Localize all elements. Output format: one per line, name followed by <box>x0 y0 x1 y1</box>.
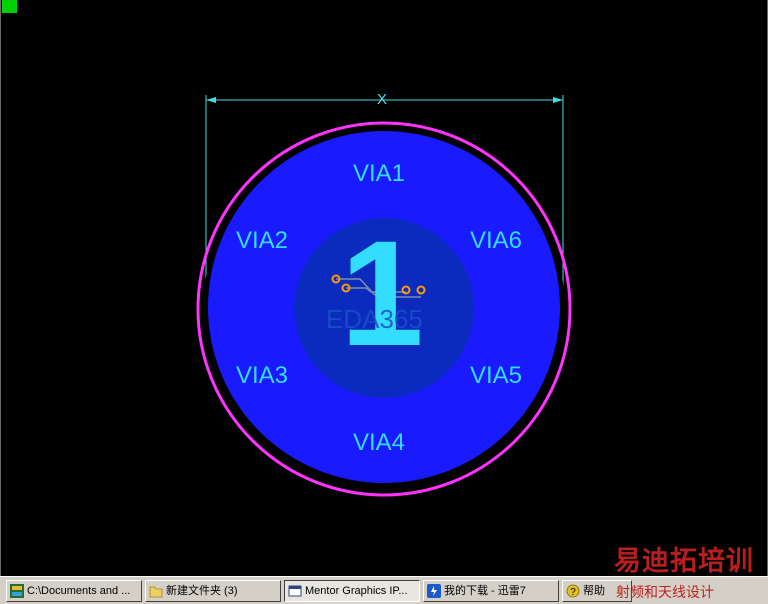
taskbar-item-label: 我的下载 - 迅雷7 <box>444 585 526 597</box>
pads-icon <box>10 584 24 598</box>
via-label-2[interactable]: VIA2 <box>236 228 288 254</box>
via-label-5[interactable]: VIA5 <box>470 363 522 389</box>
dimension-arrow-left <box>206 97 216 103</box>
folder-icon <box>149 584 163 598</box>
pcb-canvas[interactable]: X VIA1 VIA2 VIA3 VIA4 VIA5 VIA6 1 EDA365 <box>0 0 768 576</box>
dimension-label: X <box>377 91 388 108</box>
center-number: 1 <box>340 209 424 377</box>
brand-subtitle: 射频和天线设计 <box>616 584 714 600</box>
taskbar-item-label: 新建文件夹 (3) <box>166 585 238 597</box>
thunder-icon <box>427 584 441 598</box>
taskbar-item-label: Mentor Graphics IP... <box>305 585 408 597</box>
taskbar-item-label: C:\Documents and ... <box>27 585 131 597</box>
brand-watermark: 易迪拓培训 射频和天线设计 <box>612 546 768 604</box>
help-icon: ? <box>566 584 580 598</box>
taskbar-item-documents[interactable]: C:\Documents and ... <box>6 580 142 602</box>
taskbar-item-folder[interactable]: 新建文件夹 (3) <box>145 580 281 602</box>
taskbar-item-mentor[interactable]: Mentor Graphics IP... <box>284 580 420 602</box>
via-label-6[interactable]: VIA6 <box>470 228 522 254</box>
via-label-4[interactable]: VIA4 <box>353 430 405 456</box>
dimension-arrow-right <box>553 97 563 103</box>
window-icon <box>288 584 302 598</box>
taskbar-item-label: 帮助 <box>583 585 605 597</box>
brand-title: 易迪拓培训 <box>614 546 754 576</box>
svg-text:?: ? <box>570 587 576 598</box>
via-label-3[interactable]: VIA3 <box>236 363 288 389</box>
via-label-1[interactable]: VIA1 <box>353 161 405 187</box>
taskbar-item-thunder[interactable]: 我的下载 - 迅雷7 <box>423 580 559 602</box>
eda365-watermark: EDA365 <box>326 304 423 334</box>
